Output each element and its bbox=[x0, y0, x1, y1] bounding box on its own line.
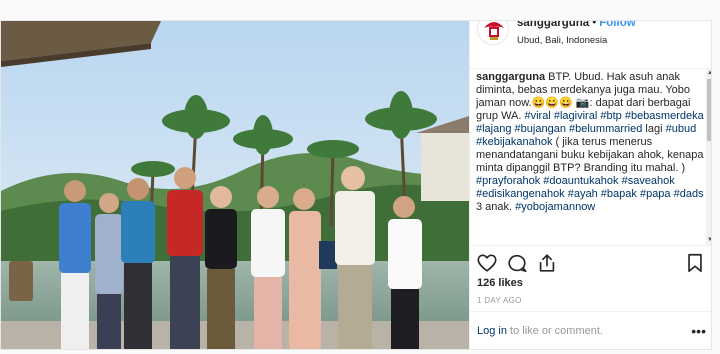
hashtag-link[interactable]: #lajang bbox=[476, 123, 511, 135]
hashtag-link[interactable]: #edisikangenahok bbox=[476, 188, 565, 200]
caption-text: lagi bbox=[642, 123, 666, 135]
post-side-panel: sanggarguna • Follow Ubud, Bali, Indonesia… bbox=[469, 20, 711, 349]
hashtag-link[interactable]: #btp bbox=[600, 110, 621, 122]
hashtag-link[interactable]: #bapak bbox=[601, 188, 637, 200]
login-bar: Log in to like or comment. ••• bbox=[470, 311, 711, 349]
hashtag-link[interactable]: #saveahok bbox=[622, 175, 675, 187]
hashtag-link[interactable]: #ubud bbox=[666, 123, 697, 135]
comment-icon bbox=[508, 254, 527, 273]
hashtag-link[interactable]: #bebasmerdeka bbox=[625, 110, 704, 122]
caption-scrollbar[interactable]: ▲ ▼ bbox=[706, 69, 711, 245]
hashtag-link[interactable]: #viral bbox=[525, 110, 551, 122]
hashtag-link[interactable]: #ayah bbox=[568, 188, 598, 200]
hashtag-link[interactable]: #bujangan bbox=[515, 123, 566, 135]
hashtag-link[interactable]: #lagiviral bbox=[554, 110, 597, 122]
instagram-post: sanggarguna • Follow Ubud, Bali, Indonesia… bbox=[0, 20, 712, 350]
page: sanggarguna • Follow Ubud, Bali, Indonesia… bbox=[0, 0, 720, 354]
action-bar bbox=[470, 245, 711, 281]
caption-username[interactable]: sanggarguna bbox=[476, 71, 545, 83]
avatar[interactable] bbox=[477, 21, 509, 45]
camera-emoji: 📷 bbox=[575, 97, 590, 109]
group-photo-illustration bbox=[1, 21, 469, 349]
caption-text: 3 anak. bbox=[476, 201, 516, 213]
bookmark-icon bbox=[688, 253, 702, 273]
hashtag-link[interactable]: #papa bbox=[640, 188, 671, 200]
scroll-thumb[interactable] bbox=[707, 79, 711, 141]
share-button[interactable] bbox=[536, 252, 558, 274]
garuda-emblem-icon bbox=[478, 21, 508, 44]
username-link[interactable]: sanggarguna bbox=[517, 21, 589, 29]
scroll-down-icon[interactable]: ▼ bbox=[706, 236, 711, 245]
comment-button[interactable] bbox=[506, 252, 528, 274]
more-options-icon[interactable]: ••• bbox=[691, 323, 706, 339]
hashtag-link[interactable]: #dads bbox=[674, 188, 704, 200]
caption: sanggarguna BTP. Ubud. Hak asuh anak dim… bbox=[476, 71, 704, 243]
login-prompt-text: to like or comment. bbox=[506, 325, 603, 337]
hashtag-link[interactable]: #prayforahok bbox=[476, 175, 540, 187]
post-photo[interactable] bbox=[1, 21, 469, 349]
scroll-up-icon[interactable]: ▲ bbox=[706, 69, 711, 78]
likes-count[interactable]: 126 likes bbox=[477, 277, 523, 289]
heart-icon bbox=[477, 254, 497, 272]
separator-dot: • bbox=[592, 20, 597, 29]
post-timestamp[interactable]: 1 DAY AGO bbox=[477, 296, 522, 305]
save-button[interactable] bbox=[684, 252, 706, 274]
hashtag-link[interactable]: #doauntukahok bbox=[543, 175, 618, 187]
hashtag-link[interactable]: #belummarried bbox=[569, 123, 642, 135]
login-prompt: Log in to like or comment. bbox=[477, 325, 603, 337]
emoji-grin: 😀😀😀 bbox=[531, 97, 573, 109]
post-header: sanggarguna • Follow Ubud, Bali, Indonesia bbox=[470, 20, 711, 69]
login-link[interactable]: Log in bbox=[477, 325, 507, 337]
location-link[interactable]: Ubud, Bali, Indonesia bbox=[517, 35, 607, 46]
like-button[interactable] bbox=[476, 252, 498, 274]
hashtag-link[interactable]: #yobojamannow bbox=[515, 201, 595, 213]
hashtag-link[interactable]: #kebijakanahok bbox=[476, 136, 552, 148]
follow-button[interactable]: Follow bbox=[599, 21, 635, 29]
username-line: sanggarguna • Follow bbox=[517, 20, 636, 29]
share-icon bbox=[539, 254, 555, 272]
